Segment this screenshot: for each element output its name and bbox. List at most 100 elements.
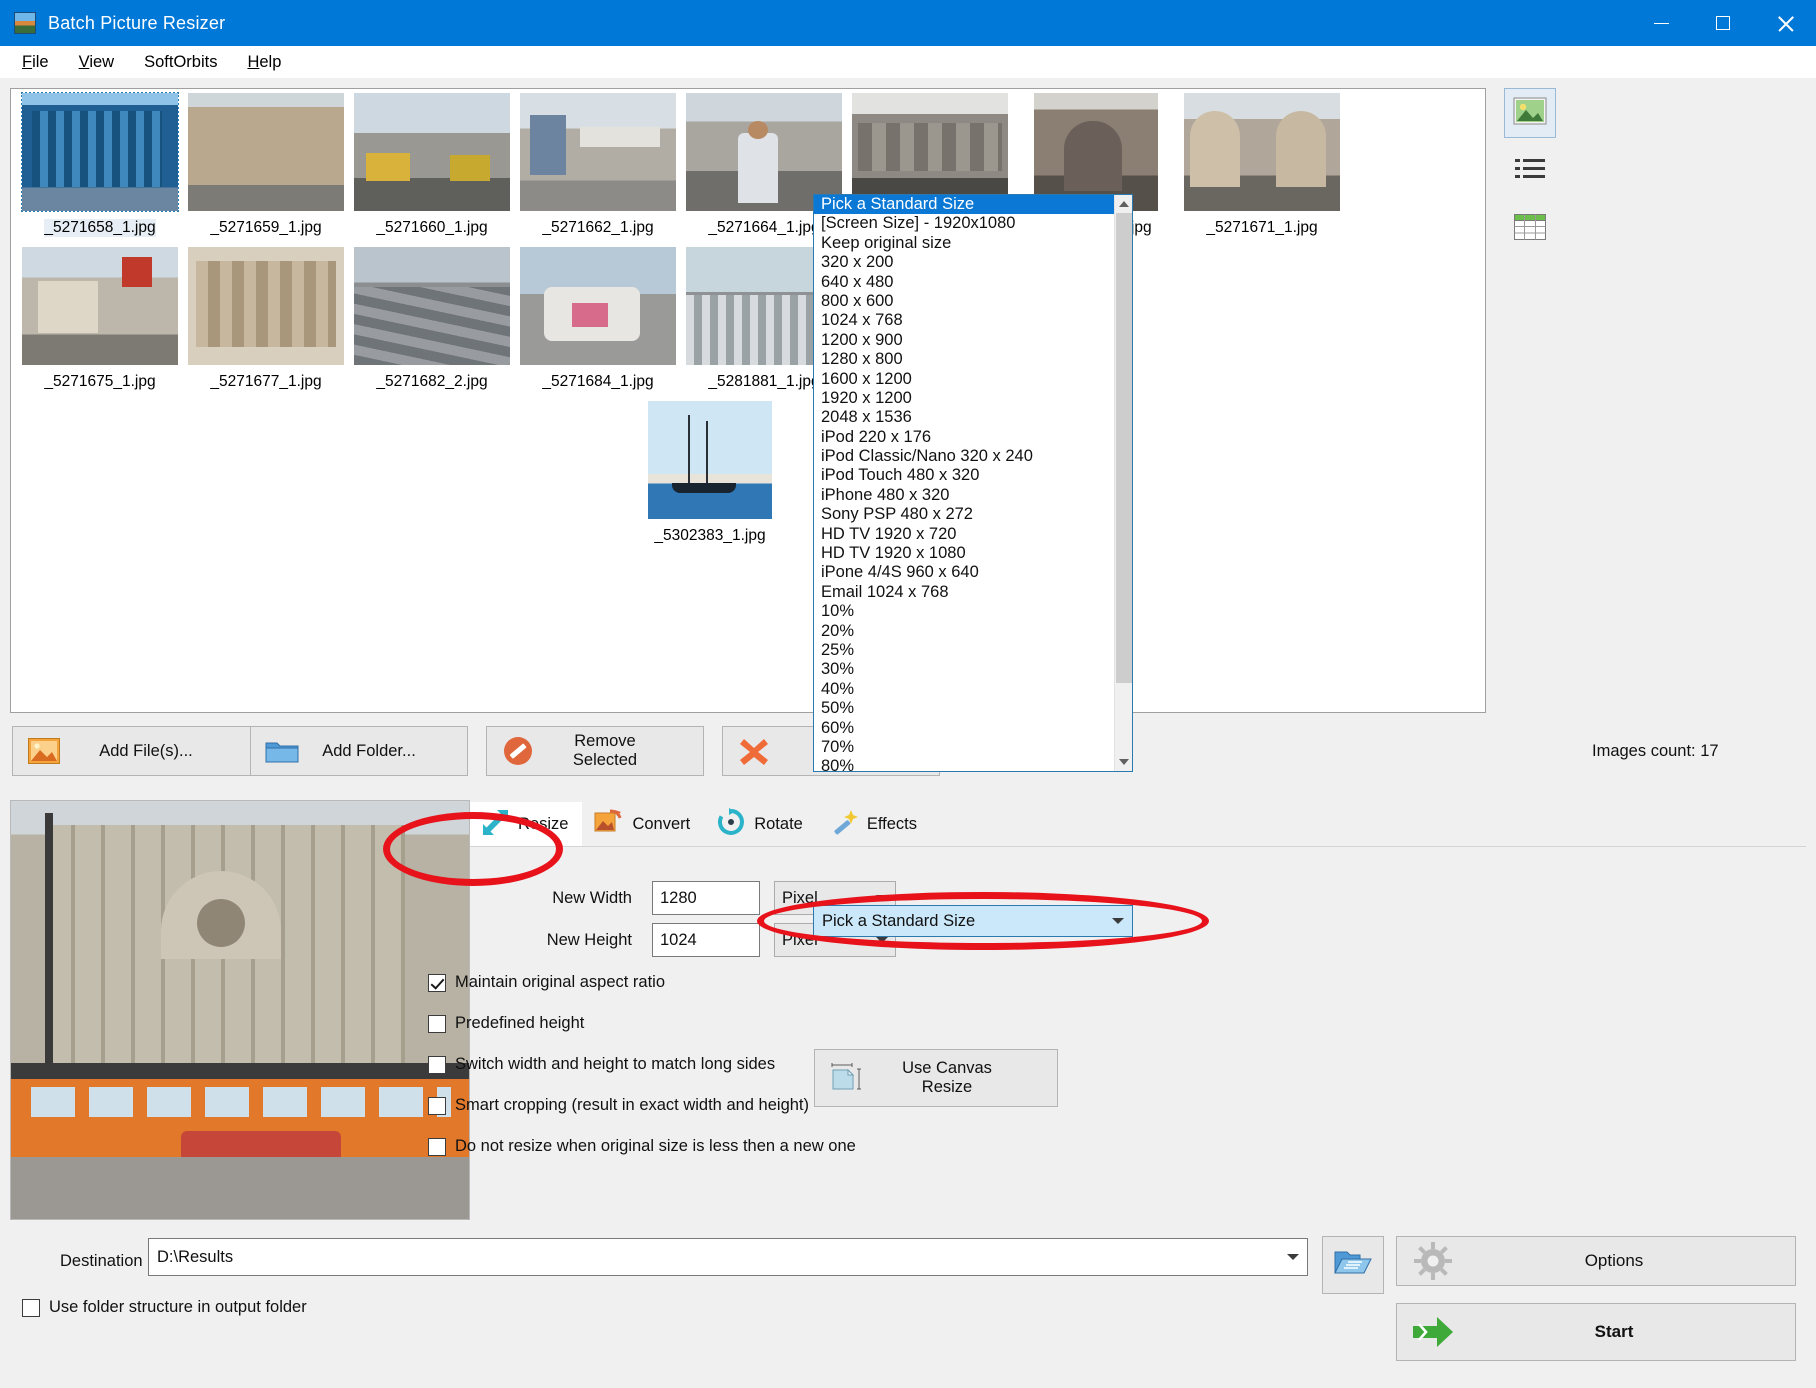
checkbox-label: Maintain original aspect ratio xyxy=(455,973,665,992)
dropdown-option[interactable]: 1024 x 768 xyxy=(814,311,1114,330)
details-view-button[interactable] xyxy=(1504,204,1556,254)
thumbnail-label: _5271675_1.jpg xyxy=(44,373,155,391)
rotate-icon xyxy=(716,807,746,842)
checkbox-icon xyxy=(22,1299,40,1317)
checkbox-predefined-height[interactable]: Predefined height xyxy=(428,1014,584,1033)
list-item[interactable]: _5271662_1.jpg xyxy=(517,93,679,243)
dropdown-option[interactable]: 320 x 200 xyxy=(814,253,1114,272)
open-folder-icon xyxy=(1334,1248,1372,1283)
list-item[interactable]: _5302383_1.jpg xyxy=(629,401,791,551)
scrollbar-thumb[interactable] xyxy=(1116,213,1132,683)
checkbox-label: Do not resize when original size is less… xyxy=(455,1137,856,1156)
dropdown-option[interactable]: HD TV 1920 x 720 xyxy=(814,525,1114,544)
dropdown-option[interactable]: 10% xyxy=(814,602,1114,621)
dropdown-option[interactable]: 60% xyxy=(814,719,1114,738)
start-button[interactable]: Start xyxy=(1396,1303,1796,1361)
checkbox-label: Use folder structure in output folder xyxy=(49,1298,307,1317)
checkbox-switch-width-height[interactable]: Switch width and height to match long si… xyxy=(428,1055,775,1074)
scroll-up-button[interactable] xyxy=(1115,195,1132,213)
menu-item-file[interactable]: File xyxy=(10,51,61,74)
checkbox-maintain-aspect-ratio[interactable]: Maintain original aspect ratio xyxy=(428,973,665,992)
list-item[interactable]: _5271684_1.jpg xyxy=(517,247,679,397)
list-item[interactable]: _5271671_1.jpg xyxy=(1181,93,1343,243)
menu-item-softorbits[interactable]: SoftOrbits xyxy=(132,51,229,74)
dropdown-option[interactable]: 1280 x 800 xyxy=(814,350,1114,369)
checkbox-label: Predefined height xyxy=(455,1014,584,1033)
list-item[interactable]: _5271677_1.jpg xyxy=(185,247,347,397)
dropdown-option[interactable]: [Screen Size] - 1920x1080 xyxy=(814,214,1114,233)
dropdown-option[interactable]: 1600 x 1200 xyxy=(814,370,1114,389)
thumbnail-panel[interactable]: _5271658_1.jpg _5271659_1.jpg _5271660_1… xyxy=(10,88,1486,713)
destination-input[interactable]: D:\Results xyxy=(148,1238,1308,1276)
tab-rotate[interactable]: Rotate xyxy=(706,802,817,846)
maximize-button[interactable] xyxy=(1692,0,1754,46)
dropdown-option[interactable]: 80% xyxy=(814,757,1114,772)
thumbnail-label: _5302383_1.jpg xyxy=(654,527,765,545)
thumbnail-image xyxy=(520,247,676,365)
thumbnail-view-button[interactable] xyxy=(1504,88,1556,138)
dropdown-option[interactable]: 40% xyxy=(814,680,1114,699)
dropdown-scrollbar[interactable] xyxy=(1114,195,1132,771)
dropdown-option[interactable]: iPod Touch 480 x 320 xyxy=(814,466,1114,485)
checkbox-smart-cropping[interactable]: Smart cropping (result in exact width an… xyxy=(428,1096,809,1115)
new-height-input[interactable]: 1024 xyxy=(652,923,760,957)
dropdown-option[interactable]: iPone 4/4S 960 x 640 xyxy=(814,563,1114,582)
close-button[interactable] xyxy=(1754,0,1816,46)
dropdown-option[interactable]: HD TV 1920 x 1080 xyxy=(814,544,1114,563)
thumbnail-image xyxy=(188,247,344,365)
list-view-button[interactable] xyxy=(1504,146,1556,196)
dropdown-option[interactable]: 640 x 480 xyxy=(814,273,1114,292)
tab-effects[interactable]: Effects xyxy=(819,802,931,846)
list-item[interactable]: _5271682_2.jpg xyxy=(351,247,513,397)
dropdown-option[interactable]: Pick a Standard Size xyxy=(814,195,1114,214)
folder-icon xyxy=(259,738,305,764)
dropdown-option[interactable]: 25% xyxy=(814,641,1114,660)
dropdown-options[interactable]: Pick a Standard Size [Screen Size] - 192… xyxy=(814,195,1114,771)
remove-selected-button[interactable]: Remove Selected xyxy=(486,726,704,776)
maximize-icon xyxy=(1716,16,1730,30)
tab-convert[interactable]: Convert xyxy=(584,802,704,846)
dropdown-option[interactable]: iPod 220 x 176 xyxy=(814,428,1114,447)
checkbox-icon xyxy=(428,974,446,992)
list-item[interactable]: _5271659_1.jpg xyxy=(185,93,347,243)
table-icon xyxy=(1514,214,1546,245)
dropdown-option[interactable]: Email 1024 x 768 xyxy=(814,583,1114,602)
add-folder-button[interactable]: Add Folder... xyxy=(250,726,468,776)
dropdown-option[interactable]: 800 x 600 xyxy=(814,292,1114,311)
standard-size-dropdown-list[interactable]: Pick a Standard Size [Screen Size] - 192… xyxy=(813,194,1133,772)
dropdown-option[interactable]: Sony PSP 480 x 272 xyxy=(814,505,1114,524)
destination-value: D:\Results xyxy=(157,1248,1279,1267)
add-files-button[interactable]: Add File(s)... xyxy=(12,726,260,776)
window-controls xyxy=(1630,0,1816,46)
dropdown-option[interactable]: 30% xyxy=(814,660,1114,679)
dropdown-option[interactable]: Keep original size xyxy=(814,234,1114,253)
dropdown-option[interactable]: 1200 x 900 xyxy=(814,331,1114,350)
dropdown-option[interactable]: 70% xyxy=(814,738,1114,757)
dropdown-option[interactable]: iPhone 480 x 320 xyxy=(814,486,1114,505)
dropdown-option[interactable]: 2048 x 1536 xyxy=(814,408,1114,427)
gear-icon xyxy=(1397,1241,1469,1281)
scroll-down-button[interactable] xyxy=(1115,753,1133,771)
thumbnail-label: _5271684_1.jpg xyxy=(542,373,653,391)
list-item[interactable]: _5271675_1.jpg xyxy=(19,247,181,397)
dropdown-option[interactable]: iPod Classic/Nano 320 x 240 xyxy=(814,447,1114,466)
menu-item-help[interactable]: Help xyxy=(235,51,293,74)
dropdown-option[interactable]: 1920 x 1200 xyxy=(814,389,1114,408)
thumbnail-label: _5271662_1.jpg xyxy=(542,219,653,237)
dropdown-option[interactable]: 20% xyxy=(814,622,1114,641)
checkbox-use-folder-structure[interactable]: Use folder structure in output folder xyxy=(22,1298,307,1317)
thumbnail-label: _5271660_1.jpg xyxy=(376,219,487,237)
chevron-down-icon[interactable] xyxy=(1287,1254,1299,1260)
menu-softorbits-label: SoftOrbits xyxy=(144,53,217,71)
dropdown-option[interactable]: 50% xyxy=(814,699,1114,718)
browse-destination-button[interactable] xyxy=(1322,1236,1384,1294)
add-files-label: Add File(s)... xyxy=(67,742,259,761)
use-canvas-resize-button[interactable]: Use Canvas Resize xyxy=(814,1049,1058,1107)
list-item[interactable]: _5271660_1.jpg xyxy=(351,93,513,243)
minimize-button[interactable] xyxy=(1630,0,1692,46)
checkbox-do-not-resize-smaller[interactable]: Do not resize when original size is less… xyxy=(428,1137,856,1156)
list-item[interactable]: _5271658_1.jpg xyxy=(19,93,181,243)
options-button[interactable]: Options xyxy=(1396,1236,1796,1286)
new-width-input[interactable]: 1280 xyxy=(652,881,760,915)
menu-item-view[interactable]: View xyxy=(67,51,126,74)
